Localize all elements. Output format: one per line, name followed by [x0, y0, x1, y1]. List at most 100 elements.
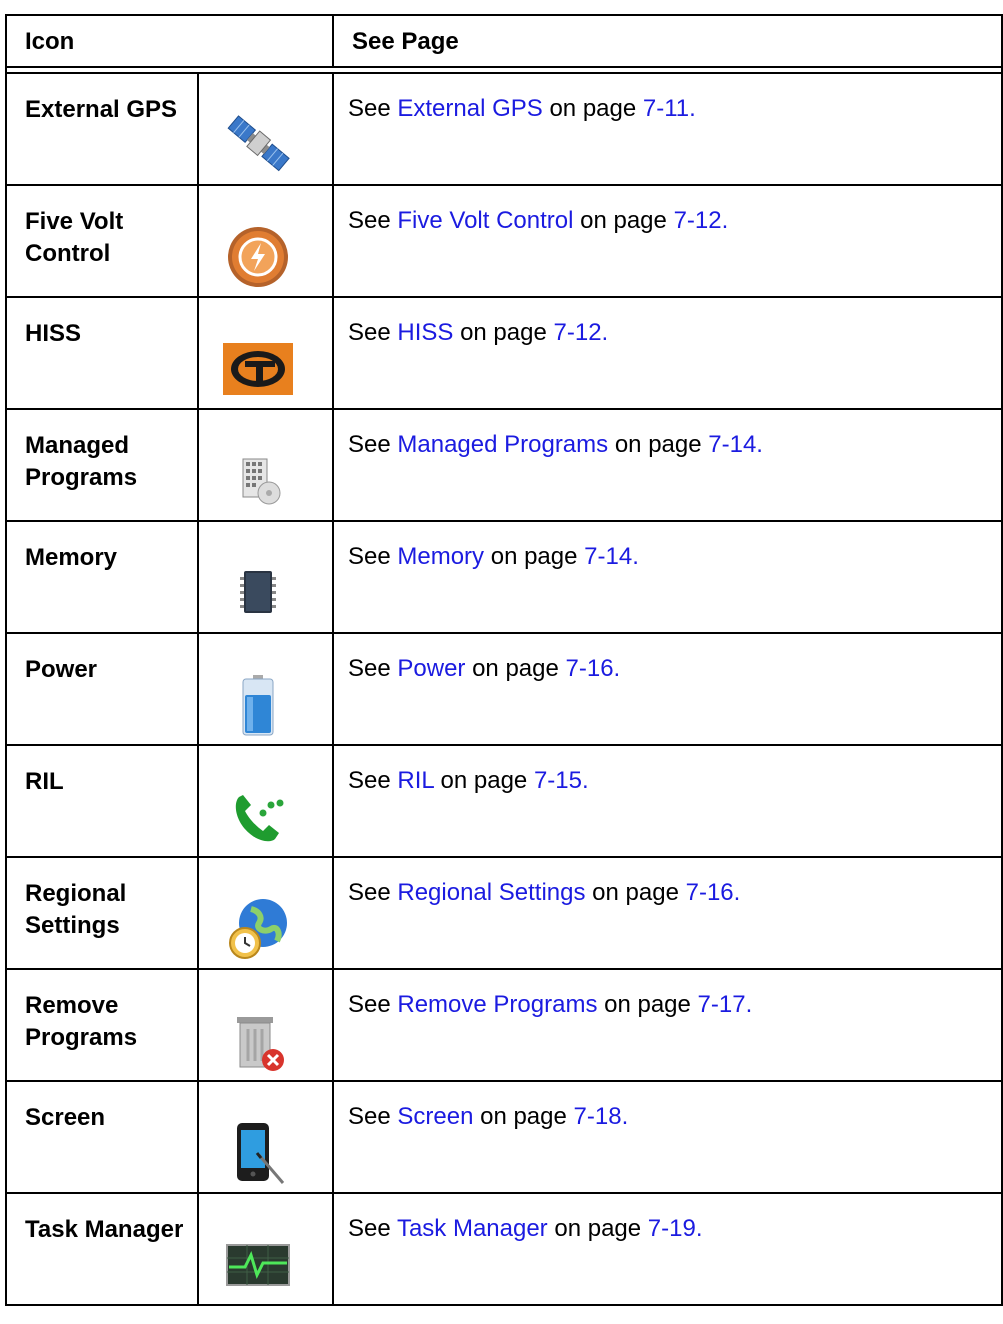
row-icon-cell: [197, 72, 334, 186]
row-page-cell: See Remove Programs on page 7-17.: [332, 968, 1003, 1082]
on-page-text: on page: [554, 1215, 642, 1242]
row-page-cell: See External GPS on page 7-11.: [332, 72, 1003, 186]
globe-clock-icon: [223, 893, 293, 963]
page-number-link[interactable]: 7-16.: [566, 655, 621, 682]
row-page-cell: See Managed Programs on page 7-14.: [332, 408, 1003, 522]
page-number-link[interactable]: 7-14.: [584, 543, 639, 570]
see-text: See: [348, 879, 391, 906]
row-name-cell: Regional Settings: [5, 856, 199, 970]
row-name: Five Volt Control: [25, 208, 124, 267]
page-reference: See Power on page 7-16.: [334, 634, 1001, 683]
screen-stylus-icon: [223, 1117, 293, 1187]
page-number-link[interactable]: 7-19.: [648, 1215, 703, 1242]
row-name-cell: Memory: [5, 520, 199, 634]
row-page-cell: See Five Volt Control on page 7-12.: [332, 184, 1003, 298]
page-reference: See RIL on page 7-15.: [334, 746, 1001, 795]
link-five-volt-control[interactable]: Five Volt Control: [397, 207, 573, 234]
link-power[interactable]: Power: [397, 655, 465, 682]
page-reference: See External GPS on page 7-11.: [334, 74, 1001, 123]
row-icon-cell: [197, 184, 334, 298]
page-number-link[interactable]: 7-18.: [574, 1103, 629, 1130]
row-icon-cell: [197, 408, 334, 522]
see-text: See: [348, 95, 391, 122]
row-name: Screen: [25, 1104, 106, 1131]
link-regional-settings[interactable]: Regional Settings: [397, 879, 585, 906]
table-row: Five Volt Control See Five Volt Control o…: [5, 184, 1003, 298]
task-manager-icon: [223, 1229, 293, 1299]
row-name: Managed Programs: [25, 432, 138, 491]
row-name-cell: Task Manager: [5, 1192, 199, 1306]
row-name-cell: Five Volt Control: [5, 184, 199, 298]
link-hiss[interactable]: HISS: [397, 319, 453, 346]
link-screen[interactable]: Screen: [397, 1103, 473, 1130]
on-page-text: on page: [604, 991, 691, 1018]
row-icon-cell: [197, 968, 334, 1082]
row-name: RIL: [25, 768, 64, 795]
table-header-row: Icon See Page: [5, 14, 1003, 68]
on-page-text: on page: [490, 543, 578, 570]
page-reference: See HISS on page 7-12.: [334, 298, 1001, 347]
row-icon-cell: [197, 856, 334, 970]
row-name-cell: External GPS: [5, 72, 199, 186]
on-page-text: on page: [592, 879, 679, 906]
see-text: See: [348, 319, 391, 346]
row-page-cell: See Task Manager on page 7-19.: [332, 1192, 1003, 1306]
row-icon-cell: [197, 1192, 334, 1306]
page-reference: See Memory on page 7-14.: [334, 522, 1001, 571]
page-number-link[interactable]: 7-14.: [708, 431, 763, 458]
row-page-cell: See Memory on page 7-14.: [332, 520, 1003, 634]
row-page-cell: See Screen on page 7-18.: [332, 1080, 1003, 1194]
row-icon-cell: [197, 744, 334, 858]
link-memory[interactable]: Memory: [397, 543, 484, 570]
link-ril[interactable]: RIL: [397, 767, 433, 794]
row-page-cell: See Power on page 7-16.: [332, 632, 1003, 746]
on-page-text: on page: [580, 207, 667, 234]
row-name: Power: [25, 656, 98, 683]
hiss-logo-icon: [223, 333, 293, 403]
page-number-link[interactable]: 7-16.: [686, 879, 741, 906]
link-managed-programs[interactable]: Managed Programs: [397, 431, 608, 458]
page-number-link[interactable]: 7-17.: [698, 991, 753, 1018]
page-reference: See Five Volt Control on page 7-12.: [334, 186, 1001, 235]
row-page-cell: See HISS on page 7-12.: [332, 296, 1003, 410]
satellite-icon: [223, 109, 293, 179]
page-number-link[interactable]: 7-15.: [534, 767, 589, 794]
see-text: See: [348, 543, 391, 570]
row-icon-cell: [197, 1080, 334, 1194]
table-row: Managed Programs See Managed Programs on …: [5, 408, 1003, 522]
phone-icon: [223, 781, 293, 851]
settings-reference-table: Icon See Page External GPS See External G…: [5, 14, 1003, 1306]
page-number-link[interactable]: 7-12.: [554, 319, 609, 346]
on-page-text: on page: [480, 1103, 567, 1130]
row-page-cell: See Regional Settings on page 7-16.: [332, 856, 1003, 970]
row-name-cell: Managed Programs: [5, 408, 199, 522]
on-page-text: on page: [440, 767, 528, 794]
row-name: External GPS: [25, 96, 178, 123]
header-page-label: See Page: [352, 28, 459, 55]
table-row: Task Manager See Task Manager on page 7-1…: [5, 1192, 1003, 1306]
table-row: RIL See RIL on page 7-15.: [5, 744, 1003, 858]
link-task-manager[interactable]: Task Manager: [397, 1215, 548, 1242]
link-remove-programs[interactable]: Remove Programs: [397, 991, 597, 1018]
page-reference: See Screen on page 7-18.: [334, 1082, 1001, 1131]
page-number-link[interactable]: 7-12.: [674, 207, 729, 234]
page-number-link[interactable]: 7-11.: [643, 95, 696, 122]
table-row: Power See Power on page 7-16.: [5, 632, 1003, 746]
see-text: See: [348, 991, 391, 1018]
table-row: HISS See HISS on page 7-12.: [5, 296, 1003, 410]
on-page-text: on page: [549, 95, 637, 122]
on-page-text: on page: [460, 319, 547, 346]
managed-programs-icon: [223, 445, 293, 515]
row-name: Regional Settings: [25, 880, 127, 939]
on-page-text: on page: [472, 655, 559, 682]
row-icon-cell: [197, 632, 334, 746]
table-row: Regional Settings See Regional Settings o…: [5, 856, 1003, 970]
header-icon-cell: Icon: [5, 14, 334, 68]
trash-remove-icon: [223, 1005, 293, 1075]
see-text: See: [348, 1103, 391, 1130]
row-name-cell: Power: [5, 632, 199, 746]
link-external-gps[interactable]: External GPS: [397, 95, 542, 122]
row-icon-cell: [197, 296, 334, 410]
lightning-power-icon: [223, 221, 293, 291]
memory-chip-icon: [223, 557, 293, 627]
